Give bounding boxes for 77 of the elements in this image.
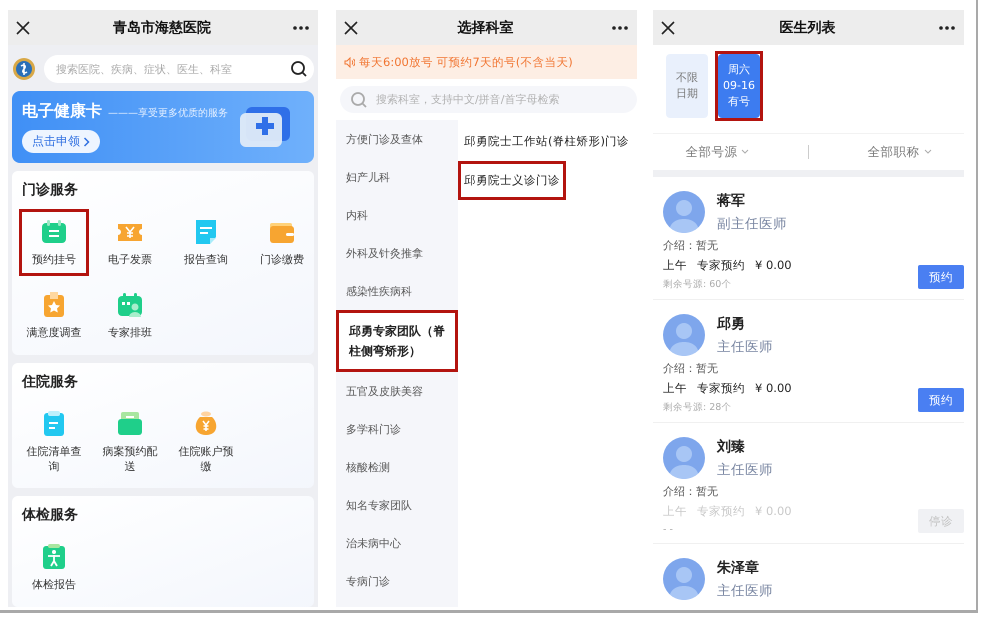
speaker-icon: [344, 56, 355, 68]
doctor-intro: 介绍：暂无: [663, 238, 719, 253]
price-text: ¥ 0.00: [755, 381, 792, 396]
section-title: 门诊服务: [21, 181, 79, 199]
date-tab[interactable]: 不限 日期: [663, 51, 711, 121]
avatar-icon: [663, 191, 705, 233]
category-item[interactable]: 多学科门诊: [336, 410, 458, 448]
doctor-title: 主任医师: [717, 338, 773, 356]
page-title: 选择科室: [458, 18, 514, 36]
book-button[interactable]: 预约: [918, 388, 964, 412]
category-item[interactable]: 核酸检测: [336, 448, 458, 486]
category-item[interactable]: 方便门诊及查体: [336, 120, 458, 158]
search-field[interactable]: 搜索医院、疾病、症状、医生、科室: [44, 55, 314, 83]
section-title: 体检服务: [20, 506, 79, 524]
filter-dropdown[interactable]: 全部号源: [679, 142, 756, 162]
category-item[interactable]: 妇产儿科: [336, 158, 458, 196]
filter-dropdown[interactable]: 全部职称: [862, 142, 938, 162]
close-icon[interactable]: [342, 18, 360, 36]
caret-icon: [741, 149, 750, 155]
service-button[interactable]: 体检报告: [19, 534, 89, 602]
doctor-title: 副主任医师: [717, 214, 787, 232]
category-item[interactable]: 知名专家团队: [336, 486, 458, 524]
doctor-name: 朱泽章: [717, 558, 760, 576]
search-field[interactable]: 搜索科室，支持中文/拼音/首字母检索: [340, 86, 637, 113]
price-text: ¥ 0.00: [755, 258, 792, 273]
caret-icon: [924, 149, 932, 155]
service-button[interactable]: 病案预约配送: [95, 400, 165, 482]
close-icon[interactable]: [14, 18, 32, 36]
doctor-name: 蒋军: [717, 192, 746, 210]
section-title: 住院服务: [20, 372, 79, 391]
service-button[interactable]: 门诊缴费: [247, 209, 317, 276]
category-item[interactable]: 治未病中心: [336, 524, 458, 562]
session-label: 上午: [663, 258, 687, 273]
doctor-intro: 介绍：暂无: [663, 361, 719, 376]
doctor-intro: 介绍：暂无: [663, 484, 719, 499]
page-title: 医生列表: [780, 18, 836, 36]
doctor-title: 主任医师: [717, 582, 773, 600]
category-item[interactable]: 五官及皮肤美容: [336, 372, 458, 410]
date-tab[interactable]: 周六 09-16 有号: [715, 51, 763, 121]
search-input[interactable]: 搜索医院、疾病、症状、医生、科室: [54, 62, 290, 76]
service-button[interactable]: 电子发票: [95, 209, 165, 276]
remaining-slots: - -: [663, 524, 792, 535]
search-icon[interactable]: [290, 60, 308, 78]
hospital-logo-icon: [12, 57, 36, 81]
service-button[interactable]: 住院账户预缴: [171, 400, 241, 482]
category-item[interactable]: 邱勇专家团队（脊柱侧弯矫形）: [336, 310, 458, 372]
category-item[interactable]: 外科及针灸推拿: [336, 234, 458, 272]
close-icon[interactable]: [659, 18, 677, 36]
service-button[interactable]: 预约挂号: [19, 209, 89, 276]
category-item[interactable]: 感染性疾病科: [336, 272, 458, 310]
service-button[interactable]: 满意度调查: [19, 282, 89, 349]
category-item[interactable]: 内科: [336, 196, 458, 234]
apply-button[interactable]: 点击申领: [22, 130, 100, 153]
doctor-title: 主任医师: [717, 460, 773, 478]
avatar-icon: [663, 314, 705, 356]
appointment-type: 专家预约: [697, 381, 745, 396]
clinic-item[interactable]: 邱勇院士义诊门诊: [458, 161, 566, 200]
chevron-icon: [83, 136, 90, 146]
avatar-icon: [663, 437, 705, 479]
session-label: 上午: [663, 381, 687, 396]
notice-text: 每天6:00放号 可预约7天的号(不含当天): [359, 54, 573, 70]
service-button[interactable]: 住院清单查询: [19, 400, 89, 482]
banner-title: 电子健康卡: [22, 101, 102, 122]
search-input[interactable]: 搜索科室，支持中文/拼音/首字母检索: [374, 92, 627, 107]
doctor-name: 刘臻: [717, 438, 746, 456]
remaining-slots: 剩余号源: 60个: [663, 278, 792, 291]
book-button[interactable]: 预约: [918, 265, 964, 289]
remaining-slots: 剩余号源: 28个: [663, 401, 792, 414]
appointment-type: 专家预约: [697, 258, 745, 273]
page-title: 青岛市海慈医院: [113, 18, 211, 36]
banner-subtitle: ———享受更多优质的服务: [108, 106, 228, 120]
service-button[interactable]: 专家排班: [95, 282, 165, 349]
service-button[interactable]: 报告查询: [171, 209, 241, 276]
avatar-icon: [663, 558, 705, 600]
health-card-banner[interactable]: 电子健康卡 ———享受更多优质的服务 点击申领: [12, 91, 314, 163]
category-item[interactable]: 专病门诊: [336, 562, 458, 600]
doctor-name: 邱勇: [717, 314, 746, 332]
